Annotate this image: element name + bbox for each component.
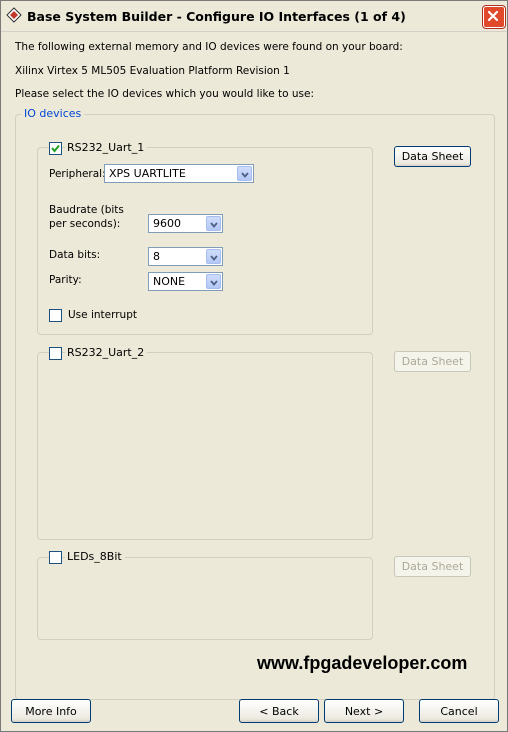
io-devices-legend: IO devices <box>21 107 85 120</box>
device-checkbox-rs232-uart-2[interactable] <box>49 347 62 360</box>
baudrate-label-line1: Baudrate (bits <box>49 204 124 216</box>
parity-select[interactable]: NONE <box>148 272 223 291</box>
device-label-rs232-uart-1: RS232_Uart_1 <box>65 141 148 154</box>
more-info-button[interactable]: More Info <box>11 699 91 723</box>
use-interrupt-label: Use interrupt <box>68 309 137 321</box>
next-button[interactable]: Next > <box>324 699 404 723</box>
databits-label: Data bits: <box>49 249 101 261</box>
datasheet-button-rs232-uart-1[interactable]: Data Sheet <box>394 146 471 167</box>
back-button[interactable]: < Back <box>239 699 319 723</box>
close-button[interactable] <box>483 6 505 28</box>
dropdown-arrow-button[interactable] <box>206 249 221 264</box>
chevron-down-icon <box>210 280 218 286</box>
dialog-window: Base System Builder - Configure IO Inter… <box>0 0 508 732</box>
databits-select[interactable]: 8 <box>148 247 223 266</box>
intro-text: The following external memory and IO dev… <box>15 41 403 53</box>
device-label-rs232-uart-2: RS232_Uart_2 <box>65 346 148 359</box>
cancel-button[interactable]: Cancel <box>419 699 499 723</box>
datasheet-button-rs232-uart-2[interactable]: Data Sheet <box>394 351 471 372</box>
device-group-leds-8bit <box>37 557 373 640</box>
baudrate-label-line2: per seconds): <box>49 218 121 230</box>
device-checkbox-rs232-uart-1[interactable] <box>49 142 62 155</box>
device-checkbox-leds-8bit[interactable] <box>49 551 62 564</box>
window-title: Base System Builder - Configure IO Inter… <box>27 9 406 24</box>
chevron-down-icon <box>210 222 218 228</box>
checkmark-icon <box>51 144 60 153</box>
select-instruction: Please select the IO devices which you w… <box>15 88 314 100</box>
dropdown-arrow-button[interactable] <box>237 166 252 181</box>
watermark-text: www.fpgadeveloper.com <box>257 653 468 673</box>
title-bar[interactable]: Base System Builder - Configure IO Inter… <box>1 1 507 32</box>
dropdown-arrow-button[interactable] <box>206 274 221 289</box>
chevron-down-icon <box>210 255 218 261</box>
baudrate-select[interactable]: 9600 <box>148 214 223 233</box>
parity-label: Parity: <box>49 274 82 286</box>
dropdown-arrow-button[interactable] <box>206 216 221 231</box>
device-group-rs232-uart-2 <box>37 352 373 540</box>
chevron-down-icon <box>241 172 249 178</box>
peripheral-label: Peripheral: <box>49 168 106 180</box>
app-icon <box>6 7 22 23</box>
use-interrupt-checkbox[interactable] <box>49 309 62 322</box>
close-icon <box>487 10 499 22</box>
device-label-leds-8bit: LEDs_8Bit <box>65 550 125 563</box>
datasheet-button-leds-8bit[interactable]: Data Sheet <box>394 556 471 577</box>
peripheral-select[interactable]: XPS UARTLITE <box>104 164 254 183</box>
board-name: Xilinx Virtex 5 ML505 Evaluation Platfor… <box>15 65 290 77</box>
